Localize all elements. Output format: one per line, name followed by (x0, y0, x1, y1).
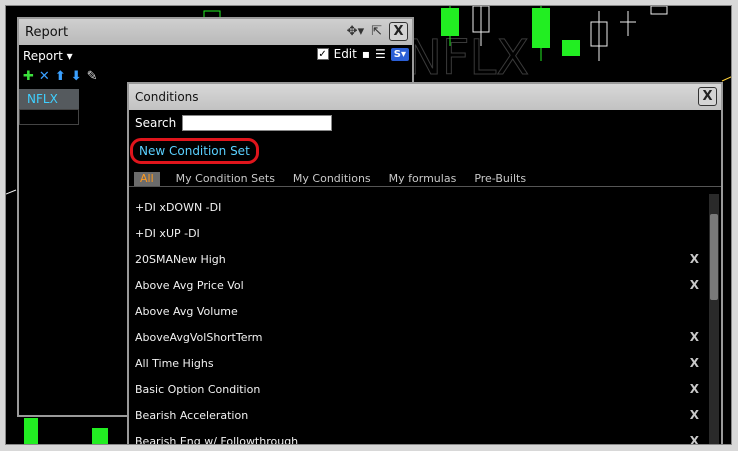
report-close-button[interactable]: X (389, 22, 408, 41)
search-label: Search (135, 116, 177, 130)
move-icon[interactable]: ✥▾ (347, 24, 364, 39)
delete-condition-button[interactable]: X (690, 252, 699, 266)
new-condition-set-link[interactable]: New Condition Set (130, 138, 259, 164)
list-item[interactable]: Basic Option Condition X (129, 376, 707, 402)
delete-condition-button[interactable]: X (690, 434, 699, 444)
candle (650, 6, 668, 15)
conditions-title: Conditions (135, 90, 199, 104)
list-item[interactable]: 20SMANew High X (129, 246, 707, 272)
move-up-icon[interactable]: ⬆ (55, 69, 66, 84)
ticker-empty-row (19, 109, 79, 125)
delete-condition-button[interactable]: X (690, 356, 699, 370)
delete-condition-button[interactable]: X (690, 408, 699, 422)
s-dropdown-button[interactable]: S▾ (390, 47, 409, 61)
condition-label: Bearish Acceleration (135, 408, 249, 422)
conditions-close-button[interactable]: X (698, 87, 717, 106)
tab-pre-builts[interactable]: Pre-Builts (472, 172, 528, 186)
list-scrollbar[interactable] (709, 194, 719, 444)
conditions-title-bar[interactable]: Conditions X (129, 84, 721, 110)
edit-label: Edit (333, 47, 357, 61)
candle (24, 418, 38, 444)
condition-label: 20SMANew High (135, 252, 226, 266)
conditions-list: +DI xDOWN -DI +DI xUP -DI 20SMANew High X… (129, 194, 707, 445)
delete-condition-button[interactable]: X (690, 330, 699, 344)
move-down-icon[interactable]: ⬇ (71, 69, 82, 84)
condition-label: +DI xUP -DI (135, 226, 200, 240)
menu-icon[interactable]: ☰ (375, 47, 386, 61)
search-input[interactable] (182, 115, 333, 131)
tab-my-formulas[interactable]: My formulas (387, 172, 459, 186)
condition-label: Bearish Eng w/ Followthrough (135, 434, 299, 445)
save-icon[interactable]: ▪ (362, 47, 370, 61)
background-ticker-watermark: NFLX (406, 30, 529, 86)
list-item[interactable]: Bearish Acceleration X (129, 402, 707, 428)
list-item[interactable]: All Time Highs X (129, 350, 707, 376)
list-item[interactable]: +DI xUP -DI (129, 220, 707, 246)
popout-icon[interactable]: ⇱ (371, 24, 382, 39)
search-row: Search (129, 110, 721, 136)
candle (562, 40, 580, 56)
edit-notes-icon[interactable]: ✎ (87, 69, 98, 84)
condition-label: +DI xDOWN -DI (135, 200, 222, 214)
condition-label: Above Avg Volume (135, 304, 238, 318)
condition-label: Basic Option Condition (135, 382, 261, 396)
tab-all[interactable]: All (134, 172, 160, 186)
delete-condition-button[interactable]: X (690, 382, 699, 396)
report-title-bar[interactable]: Report ✥▾ ⇱ X (19, 19, 412, 45)
edit-checkbox[interactable]: ✓ (316, 48, 329, 60)
tab-my-conditions[interactable]: My Conditions (291, 172, 373, 186)
condition-label: All Time Highs (135, 356, 214, 370)
report-title: Report (25, 24, 69, 40)
report-toolbar: Report ▾ ✓ Edit ▪ ☰ S▾ (19, 45, 412, 67)
conditions-dialog: Conditions X Search New Condition Set Al… (127, 82, 723, 445)
scrollbar-thumb[interactable] (710, 214, 718, 300)
report-dropdown[interactable]: Report ▾ (23, 49, 73, 63)
delete-icon[interactable]: ✕ (39, 69, 50, 84)
list-item[interactable]: Bearish Eng w/ Followthrough X (129, 428, 707, 444)
app-window: NFLX Report ✥▾ ⇱ X Report ▾ ✓ Edit ▪ ☰ S… (5, 5, 732, 445)
candle (92, 428, 108, 444)
list-item[interactable]: Above Avg Volume (129, 298, 707, 324)
condition-tabs: All My Condition Sets My Conditions My f… (129, 169, 721, 187)
delete-condition-button[interactable]: X (690, 278, 699, 292)
condition-label: Above Avg Price Vol (135, 278, 244, 292)
condition-label: AboveAvgVolShortTerm (135, 330, 263, 344)
ticker-row-nflx[interactable]: NFLX (19, 89, 79, 109)
list-item[interactable]: Above Avg Price Vol X (129, 272, 707, 298)
add-icon[interactable]: ✚ (23, 69, 34, 84)
tab-my-condition-sets[interactable]: My Condition Sets (174, 172, 277, 186)
list-item[interactable]: +DI xDOWN -DI (129, 194, 707, 220)
list-item[interactable]: AboveAvgVolShortTerm X (129, 324, 707, 350)
